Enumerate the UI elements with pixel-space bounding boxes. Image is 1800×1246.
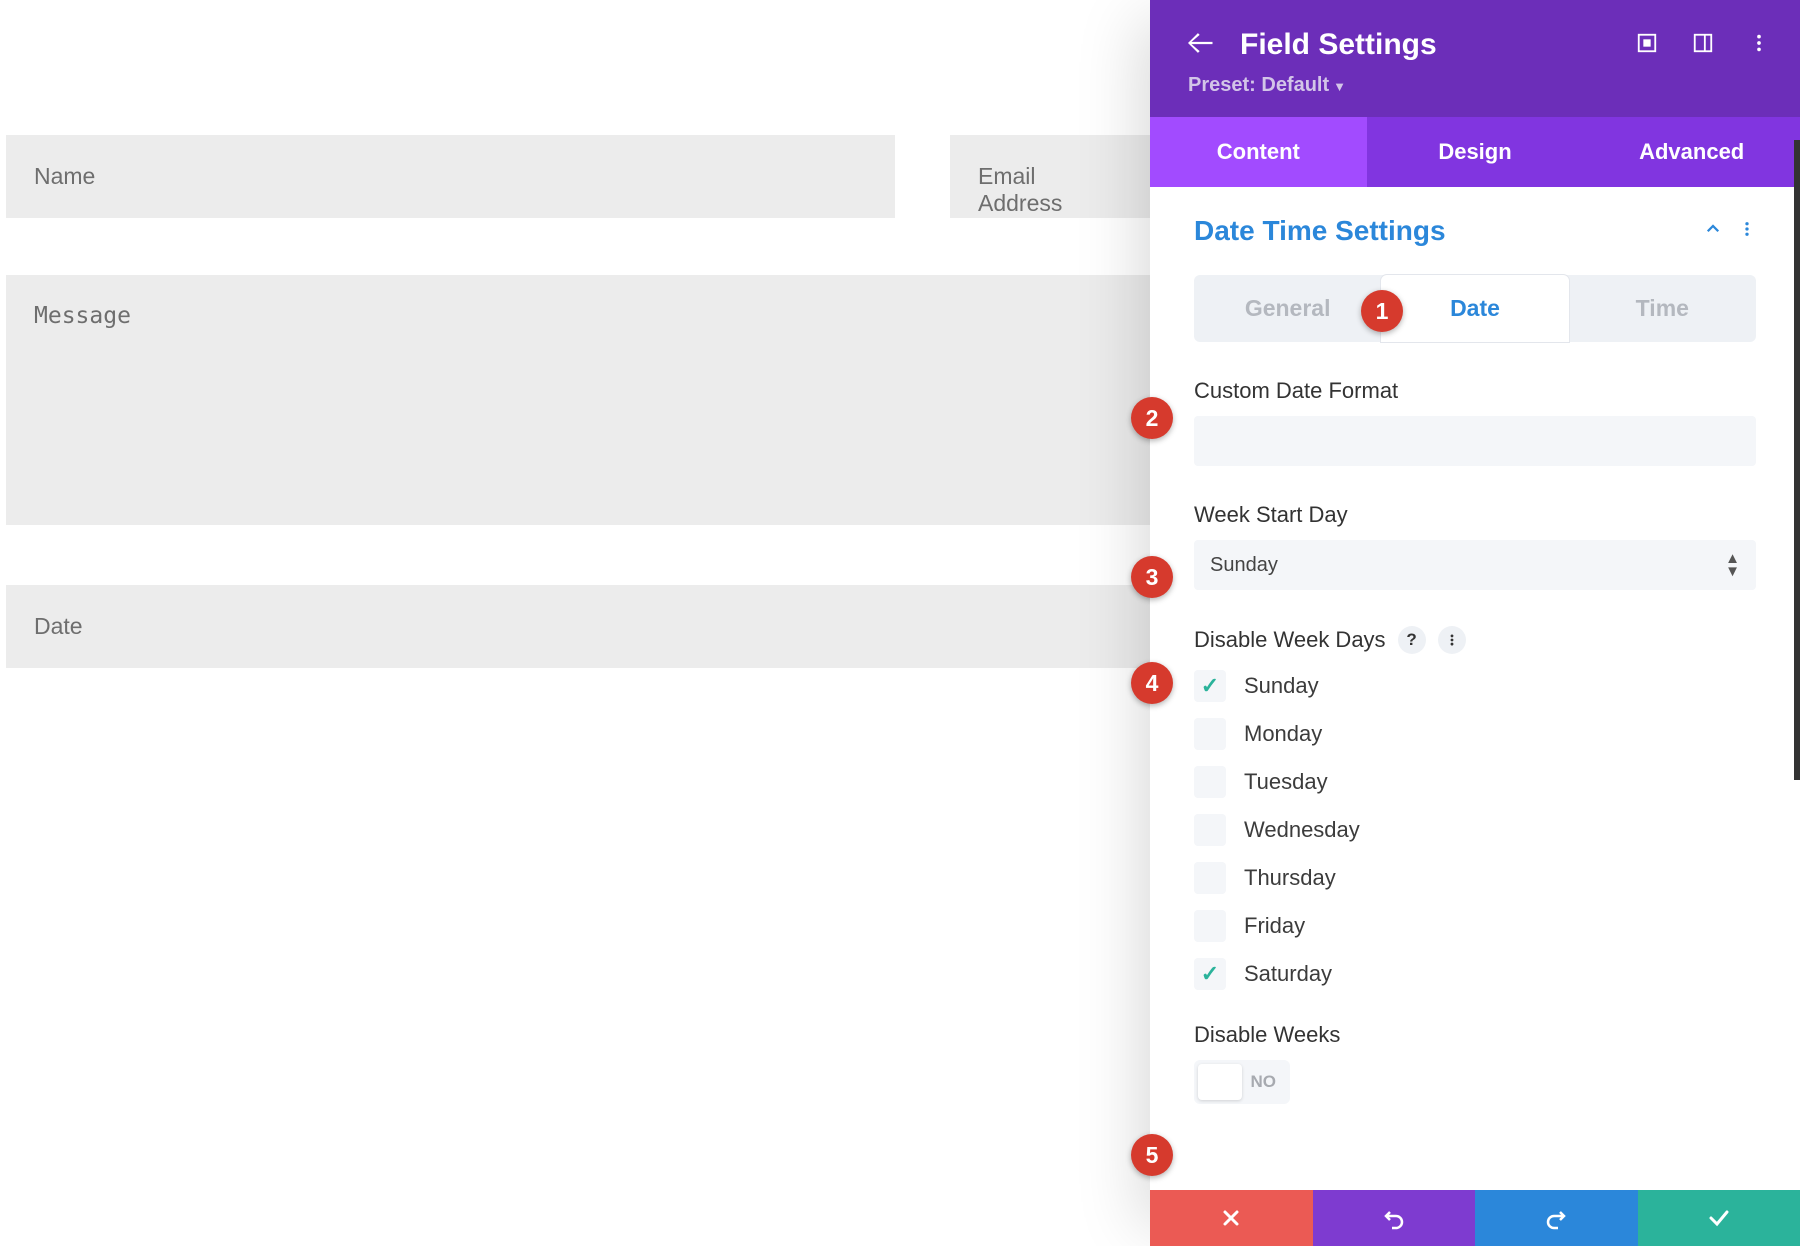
checkbox-icon [1194, 814, 1226, 846]
expand-icon[interactable] [1636, 32, 1658, 59]
checkbox-icon [1194, 910, 1226, 942]
week-start-day-value: Sunday [1210, 554, 1278, 577]
day-sunday[interactable]: Sunday [1194, 670, 1756, 702]
disable-weeks-toggle[interactable]: NO [1194, 1060, 1290, 1104]
day-label: Monday [1244, 721, 1322, 747]
day-label: Saturday [1244, 961, 1332, 987]
inner-tabs: General Date Time [1194, 275, 1756, 342]
save-button[interactable] [1638, 1190, 1800, 1246]
day-thursday[interactable]: Thursday [1194, 862, 1756, 894]
main-tabs: Content Design Advanced [1150, 117, 1800, 187]
custom-date-format-label: Custom Date Format [1194, 378, 1756, 404]
tab-advanced[interactable]: Advanced [1583, 117, 1800, 187]
scrollbar[interactable] [1794, 140, 1800, 780]
toggle-knob [1198, 1064, 1242, 1100]
tab-content[interactable]: Content [1150, 117, 1367, 187]
help-icon[interactable]: ? [1398, 626, 1426, 654]
checkbox-icon [1194, 958, 1226, 990]
inner-tab-general[interactable]: General [1194, 275, 1381, 342]
disable-week-days-label: Disable Week Days [1194, 627, 1386, 653]
day-label: Friday [1244, 913, 1305, 939]
tab-design[interactable]: Design [1367, 117, 1584, 187]
inner-tab-time[interactable]: Time [1569, 275, 1756, 342]
checkbox-icon [1194, 718, 1226, 750]
day-tuesday[interactable]: Tuesday [1194, 766, 1756, 798]
form-canvas: Email Address [0, 0, 1150, 668]
back-icon[interactable] [1188, 29, 1216, 62]
day-label: Tuesday [1244, 769, 1328, 795]
week-start-day-select[interactable]: Sunday ▲▼ [1194, 540, 1756, 590]
field-settings-panel: Field Settings Preset: Default ▼ Content … [1150, 0, 1800, 1246]
week-start-day-label: Week Start Day [1194, 502, 1756, 528]
annotation-marker-1: 1 [1361, 290, 1403, 332]
more-vertical-icon[interactable] [1748, 32, 1770, 59]
day-monday[interactable]: Monday [1194, 718, 1756, 750]
message-input[interactable] [6, 275, 1150, 525]
email-input[interactable]: Email Address [950, 135, 1150, 218]
preset-selector[interactable]: Preset: Default ▼ [1188, 74, 1770, 97]
day-friday[interactable]: Friday [1194, 910, 1756, 942]
annotation-marker-4: 4 [1131, 662, 1173, 704]
annotation-marker-3: 3 [1131, 556, 1173, 598]
panel-body: Date Time Settings General Date Time Cus… [1150, 187, 1800, 1190]
toggle-value: NO [1251, 1072, 1277, 1092]
checkbox-icon [1194, 670, 1226, 702]
redo-button[interactable] [1475, 1190, 1638, 1246]
custom-date-format-input[interactable] [1194, 416, 1756, 466]
checkbox-icon [1194, 862, 1226, 894]
day-label: Thursday [1244, 865, 1336, 891]
cancel-button[interactable] [1150, 1190, 1313, 1246]
day-label: Sunday [1244, 673, 1319, 699]
section-more-icon[interactable] [1738, 220, 1756, 243]
panel-layout-icon[interactable] [1692, 32, 1714, 59]
select-caret-icon: ▲▼ [1725, 552, 1740, 579]
day-saturday[interactable]: Saturday [1194, 958, 1756, 990]
name-input[interactable] [6, 135, 895, 218]
section-title[interactable]: Date Time Settings [1194, 215, 1446, 247]
day-label: Wednesday [1244, 817, 1360, 843]
panel-header: Field Settings Preset: Default ▼ [1150, 0, 1800, 117]
panel-footer [1150, 1190, 1800, 1246]
day-wednesday[interactable]: Wednesday [1194, 814, 1756, 846]
undo-button[interactable] [1313, 1190, 1476, 1246]
annotation-marker-2: 2 [1131, 397, 1173, 439]
disable-week-days-list: Sunday Monday Tuesday Wednesday Thursday… [1194, 670, 1756, 990]
date-input[interactable] [6, 585, 1150, 668]
option-more-icon[interactable] [1438, 626, 1466, 654]
annotation-marker-5: 5 [1131, 1134, 1173, 1176]
panel-title: Field Settings [1240, 28, 1616, 62]
collapse-icon[interactable] [1704, 220, 1722, 243]
disable-weeks-label: Disable Weeks [1194, 1022, 1756, 1048]
chevron-down-icon: ▼ [1333, 79, 1346, 94]
preset-label: Preset: Default [1188, 74, 1329, 96]
checkbox-icon [1194, 766, 1226, 798]
inner-tab-date[interactable]: Date [1381, 275, 1568, 342]
